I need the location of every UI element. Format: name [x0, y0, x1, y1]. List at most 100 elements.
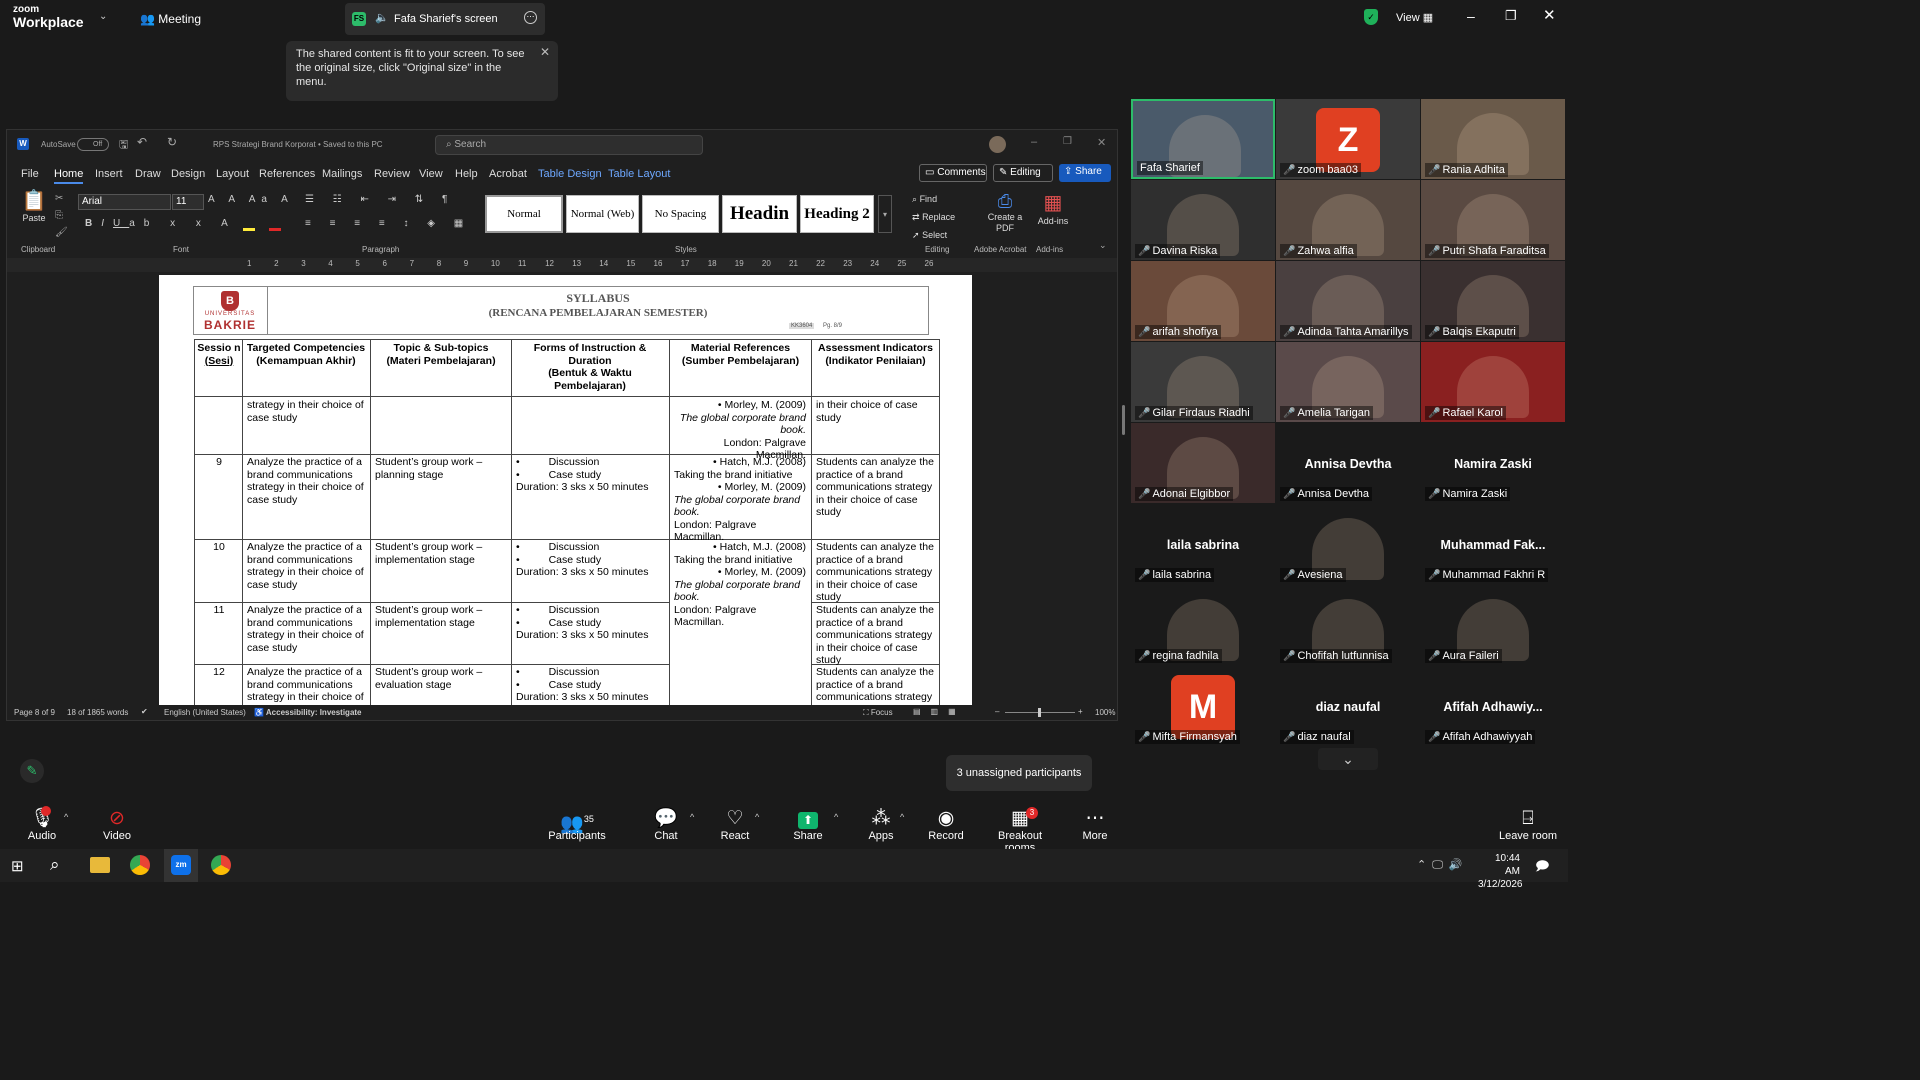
avatar[interactable]	[989, 136, 1006, 153]
zoom-out-icon[interactable]: –	[995, 707, 999, 716]
select-button[interactable]: ➚ Select	[912, 226, 955, 244]
participant-tile[interactable]: Z 🎤 zoom baa03	[1276, 99, 1420, 179]
focus-button[interactable]: ⛶ Focus	[863, 708, 893, 718]
zoom-in-icon[interactable]: +	[1078, 707, 1083, 716]
styles-more-icon[interactable]: ▾	[878, 195, 892, 233]
participant-tile[interactable]: Muhammad Fak... 🎤 Muhammad Fakhri R	[1421, 504, 1565, 584]
react-button[interactable]: ♡ React	[716, 808, 754, 842]
tab-review[interactable]: Review	[374, 168, 410, 180]
cut-icon[interactable]: ✂	[55, 190, 68, 207]
minimize-icon[interactable]: –	[1467, 8, 1475, 24]
participant-tile[interactable]: 🎤 Rafael Karol	[1421, 342, 1565, 422]
share-screen-button[interactable]: ⬆ Share	[790, 808, 826, 842]
word-restore-icon[interactable]: ❐	[1063, 136, 1072, 147]
participant-tile[interactable]: Fafa Sharief	[1131, 99, 1275, 179]
zoom-taskbar-item[interactable]: zm	[164, 849, 198, 882]
view-mode-icons[interactable]: ▤▥▦	[913, 707, 966, 716]
paste-button[interactable]: 📋 Paste	[19, 188, 49, 240]
comments-button[interactable]: ▭ Comments	[919, 164, 987, 182]
meeting-tab[interactable]: 👥 Meeting	[140, 12, 201, 26]
find-button[interactable]: ⌕ Find	[912, 190, 955, 208]
apps-button[interactable]: ⁂ Apps	[864, 808, 898, 842]
participant-tile[interactable]: 🎤 Amelia Tarigan	[1276, 342, 1420, 422]
participant-tile[interactable]: 🎤 Gilar Firdaus Riadhi	[1131, 342, 1275, 422]
word-search-input[interactable]: ⌕ Search	[435, 135, 703, 155]
tab-insert[interactable]: Insert	[95, 168, 123, 180]
taskbar-search-icon[interactable]: ⌕	[50, 855, 60, 875]
participant-tile[interactable]: laila sabrina 🎤 laila sabrina	[1131, 504, 1275, 584]
font-name-select[interactable]: Arial	[78, 194, 171, 210]
zoom-slider-thumb[interactable]	[1038, 708, 1041, 717]
apps-options-icon[interactable]: ^	[900, 812, 904, 822]
tab-mailings[interactable]: Mailings	[322, 168, 362, 180]
view-button[interactable]: View ▦	[1396, 11, 1433, 24]
font-size-select[interactable]: 11	[172, 194, 204, 210]
notification-icon[interactable]: 🗩	[1535, 857, 1549, 879]
participant-tile[interactable]: Annisa Devtha 🎤 Annisa Devtha	[1276, 423, 1420, 503]
close-icon[interactable]: ✕	[1543, 6, 1556, 24]
font-format-tools[interactable]: BIUab x x A	[85, 218, 237, 229]
redo-icon[interactable]: ↻	[167, 135, 177, 149]
tab-table-layout[interactable]: Table Layout	[608, 168, 670, 180]
chrome-icon[interactable]	[130, 855, 150, 875]
style-normal-web[interactable]: Normal (Web)	[566, 195, 639, 233]
create-pdf-button[interactable]: ⎙ Create a PDF	[985, 190, 1025, 234]
format-painter-icon[interactable]: 🖌	[55, 224, 68, 241]
chat-button[interactable]: 💬 Chat	[648, 808, 684, 842]
participant-tile[interactable]: 🎤 Adonai Elgibbor	[1131, 423, 1275, 503]
gallery-next-icon[interactable]: ⌄	[1318, 748, 1378, 770]
audio-options-icon[interactable]: ^	[64, 812, 68, 822]
chevron-down-icon[interactable]: ⌄	[99, 11, 107, 22]
participant-tile[interactable]: 🎤 regina fadhila	[1131, 585, 1275, 665]
file-explorer-icon[interactable]	[90, 857, 110, 873]
participant-tile[interactable]: 🎤 Putri Shafa Faraditsa	[1421, 180, 1565, 260]
tab-design[interactable]: Design	[171, 168, 205, 180]
share-button[interactable]: ⇪ Share	[1059, 164, 1111, 182]
addins-button[interactable]: ▦ Add-ins	[1033, 190, 1073, 226]
tab-help[interactable]: Help	[455, 168, 478, 180]
participant-tile[interactable]: 🎤 Davina Riska	[1131, 180, 1275, 260]
system-tray-icons[interactable]: ⌃🖵🔊	[1417, 858, 1469, 872]
style-heading-1[interactable]: Headin	[722, 195, 797, 233]
copy-icon[interactable]: ⎘	[55, 207, 68, 224]
ruler[interactable]: 1 2 3 4 5 6 7 8 9 10 11 12 13 14 15 16 17 18 19 20 21 22 23 24 2…	[7, 258, 1117, 272]
status-page[interactable]: Page 8 of 9	[14, 708, 55, 717]
save-icon[interactable]: 🖫	[119, 136, 128, 155]
annotate-pen-icon[interactable]: ✎	[20, 759, 44, 783]
participant-tile[interactable]: 🎤 Avesiena	[1276, 504, 1420, 584]
windows-start-icon[interactable]: ⊞	[11, 857, 24, 875]
record-button[interactable]: ◉ Record	[926, 808, 966, 842]
font-size-tools[interactable]: A A Aa A	[208, 194, 294, 205]
more-button[interactable]: ⋯ More	[1078, 808, 1112, 842]
unassigned-participants-toast[interactable]: 3 unassigned participants	[946, 755, 1092, 791]
autosave-toggle[interactable]: Off	[77, 138, 109, 151]
participant-tile[interactable]: 🎤 Adinda Tahta Amarillys	[1276, 261, 1420, 341]
participant-tile[interactable]: 🎤 Rania Adhita	[1421, 99, 1565, 179]
react-options-icon[interactable]: ^	[755, 812, 759, 822]
status-words[interactable]: 18 of 1865 words	[67, 708, 128, 717]
toast-close-icon[interactable]: ✕	[540, 45, 550, 59]
undo-icon[interactable]: ↶	[137, 135, 147, 149]
document-page[interactable]: B UNIVERSITAS BAKRIE SYLLABUS (RENCANA P…	[159, 275, 972, 705]
chat-options-icon[interactable]: ^	[690, 812, 694, 822]
participant-tile[interactable]: 🎤 arifah shofiya	[1131, 261, 1275, 341]
word-close-icon[interactable]: ✕	[1097, 136, 1106, 149]
proofing-icon[interactable]: ✔	[141, 707, 148, 716]
font-color-swatch[interactable]	[269, 228, 281, 231]
participant-tile[interactable]: 🎤 Zahwa alfia	[1276, 180, 1420, 260]
share-options-icon[interactable]: ^	[834, 812, 838, 822]
style-no-spacing[interactable]: No Spacing	[642, 195, 719, 233]
chrome-icon[interactable]	[211, 855, 231, 875]
editing-mode-button[interactable]: ✎ Editing	[993, 164, 1053, 182]
highlight-color-swatch[interactable]	[243, 228, 255, 231]
status-zoom[interactable]: 100%	[1095, 708, 1115, 717]
ribbon-collapse-icon[interactable]: ⌄	[1099, 240, 1107, 251]
word-minimize-icon[interactable]: –	[1031, 136, 1037, 148]
alignment-tools[interactable]: ≡ ≡ ≡ ≡ ↕ ◈ ▦	[305, 218, 471, 229]
style-normal[interactable]: Normal	[485, 195, 563, 233]
participant-tile[interactable]: 🎤 Chofifah lutfunnisa	[1276, 585, 1420, 665]
participant-tile[interactable]: Afifah Adhawiy... 🎤 Afifah Adhawiyyah	[1421, 666, 1565, 746]
more-options-icon[interactable]: ⋯	[524, 11, 537, 24]
list-tools[interactable]: ☰ ☷ ⇤ ⇥ ⇅ ¶	[305, 194, 455, 205]
participant-tile[interactable]: 🎤 Aura Faileri	[1421, 585, 1565, 665]
